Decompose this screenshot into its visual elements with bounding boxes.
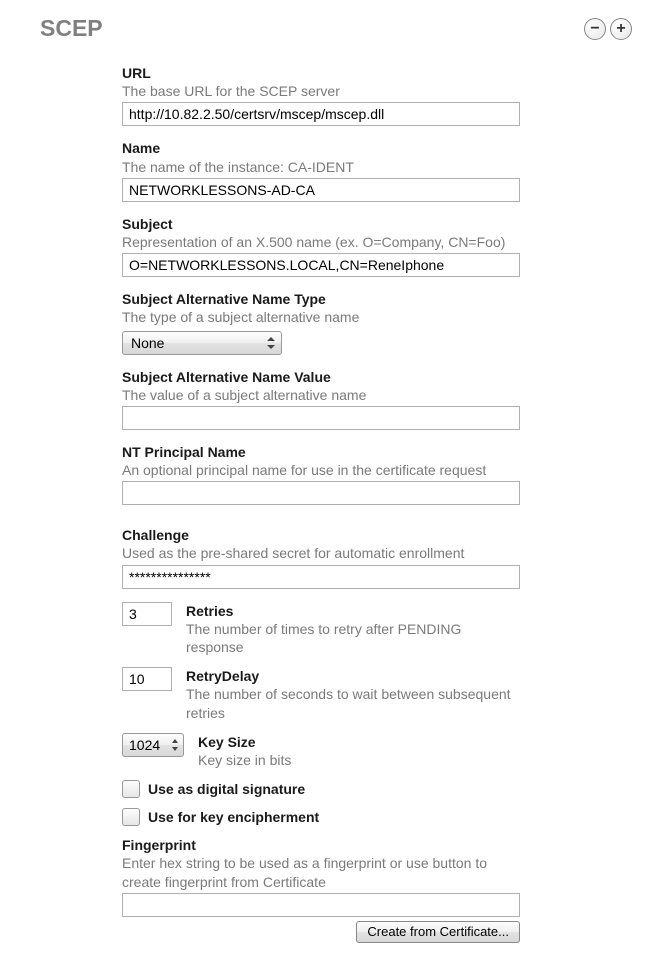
san-type-select[interactable]: None [122,331,282,355]
retry-delay-group: RetryDelay The number of seconds to wait… [122,667,520,722]
nt-principal-input[interactable] [122,481,520,505]
url-group: URL The base URL for the SCEP server [122,64,520,126]
digital-sig-checkbox[interactable] [122,780,140,798]
header-buttons: − + [584,18,632,40]
subject-input[interactable] [122,253,520,277]
header: SCEP − + [40,15,632,42]
san-value-desc: The value of a subject alternative name [122,386,520,404]
challenge-label: Challenge [122,526,520,544]
subject-label: Subject [122,215,520,233]
fingerprint-desc: Enter hex string to be used as a fingerp… [122,854,520,890]
form-area: URL The base URL for the SCEP server Nam… [122,64,520,917]
san-value-input[interactable] [122,406,520,430]
create-from-cert-button[interactable]: Create from Certificate... [356,921,520,943]
key-enciph-label: Use for key encipherment [148,809,319,825]
retry-delay-label: RetryDelay [186,667,520,685]
nt-principal-desc: An optional principal name for use in th… [122,461,520,479]
retry-delay-input[interactable] [122,667,172,691]
key-enciph-checkbox[interactable] [122,808,140,826]
url-label: URL [122,64,520,82]
san-value-group: Subject Alternative Name Value The value… [122,368,520,430]
challenge-desc: Used as the pre-shared secret for automa… [122,544,520,562]
name-group: Name The name of the instance: CA-IDENT [122,139,520,201]
key-size-select[interactable]: 1024 [122,733,184,757]
key-enciph-row: Use for key encipherment [122,808,520,826]
url-desc: The base URL for the SCEP server [122,82,520,100]
challenge-group: Challenge Used as the pre-shared secret … [122,526,520,588]
add-button[interactable]: + [610,18,632,40]
remove-button[interactable]: − [584,18,606,40]
page-title: SCEP [40,15,103,42]
url-input[interactable] [122,102,520,126]
fingerprint-input[interactable] [122,893,520,917]
retry-delay-desc: The number of seconds to wait between su… [186,685,520,721]
subject-group: Subject Representation of an X.500 name … [122,215,520,277]
name-label: Name [122,139,520,157]
name-input[interactable] [122,178,520,202]
san-type-desc: The type of a subject alternative name [122,308,520,326]
san-type-value: None [131,335,164,351]
retries-group: Retries The number of times to retry aft… [122,602,520,657]
nt-principal-label: NT Principal Name [122,443,520,461]
key-size-group: 1024 Key Size Key size in bits [122,733,520,769]
subject-desc: Representation of an X.500 name (ex. O=C… [122,233,520,251]
key-size-value: 1024 [129,737,160,753]
retries-desc: The number of times to retry after PENDI… [186,620,520,656]
san-type-group: Subject Alternative Name Type The type o… [122,290,520,354]
nt-principal-group: NT Principal Name An optional principal … [122,443,520,505]
retries-input[interactable] [122,602,172,626]
retries-label: Retries [186,602,520,620]
key-size-desc: Key size in bits [198,751,520,769]
fingerprint-label: Fingerprint [122,836,520,854]
fingerprint-group: Fingerprint Enter hex string to be used … [122,836,520,917]
challenge-input[interactable] [122,565,520,589]
key-size-label: Key Size [198,733,520,751]
san-type-label: Subject Alternative Name Type [122,290,520,308]
digital-sig-label: Use as digital signature [148,781,305,797]
name-desc: The name of the instance: CA-IDENT [122,158,520,176]
san-value-label: Subject Alternative Name Value [122,368,520,386]
digital-sig-row: Use as digital signature [122,780,520,798]
